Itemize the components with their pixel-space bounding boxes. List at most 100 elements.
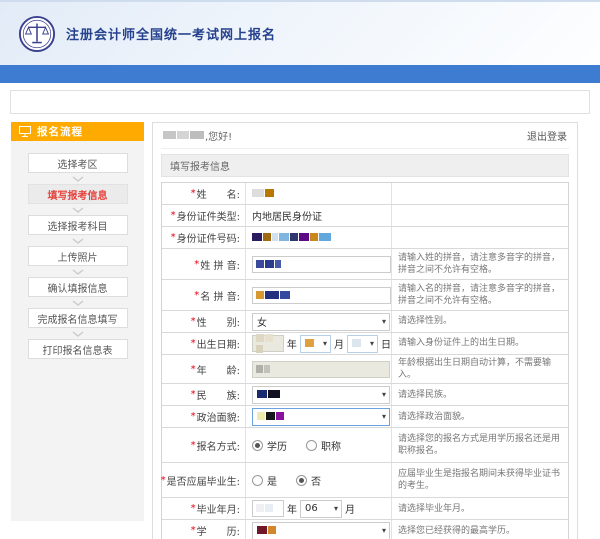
field-hint-id-number [392, 227, 568, 248]
required-asterisk: * [191, 188, 196, 199]
form-row-given-name-pinyin: *名 拼 音:请输入名的拼音，请注意多音字的拼音，拼音之间不允许有空格。 [162, 280, 568, 311]
sidebar-step-5[interactable]: 确认填报信息 [28, 277, 128, 297]
field-hint-given-name-pinyin: 请输入名的拼音，请注意多音字的拼音，拼音之间不允许有空格。 [392, 280, 568, 310]
censor-block [310, 233, 318, 241]
censored-value [257, 525, 277, 536]
required-asterisk: * [191, 411, 196, 422]
censored-value [252, 232, 332, 243]
censor-block [265, 189, 274, 197]
registration-form: *姓 名:*身份证件类型:内地居民身份证*身份证件号码:*姓 拼 音:请输入姓的… [161, 182, 569, 539]
birth-year-input[interactable] [252, 335, 284, 352]
sidebar-step-2[interactable]: 填写报考信息 [28, 184, 128, 204]
censor-block [163, 131, 176, 139]
chevron-down-icon [72, 176, 84, 182]
field-hint-political-status: 请选择政治面貌。 [392, 406, 568, 427]
form-row-graduation-date: *毕业年月:年06▾月请选择毕业年月。 [162, 498, 568, 520]
censor-block [305, 339, 314, 347]
chevron-down-icon: ▾ [370, 339, 374, 348]
required-asterisk: * [191, 364, 196, 375]
chevron-down-icon [72, 300, 84, 306]
radio-option-registration-method-2[interactable]: 职称 [306, 438, 341, 453]
unit-label: 年 [287, 336, 297, 351]
field-label-id-type: *身份证件类型: [162, 205, 246, 226]
required-asterisk: * [161, 475, 166, 486]
field-value-id-type: 内地居民身份证 [246, 205, 392, 226]
field-value-education: ▾ [246, 520, 392, 539]
birth-month-select[interactable]: ▾ [300, 335, 331, 353]
unit-label: 月 [345, 501, 355, 516]
censor-block [268, 526, 276, 534]
required-asterisk: * [171, 210, 176, 221]
field-hint-ethnicity: 请选择民族。 [392, 384, 568, 405]
required-asterisk: * [191, 316, 196, 327]
step-separator [11, 235, 144, 246]
input-given-name-pinyin[interactable] [252, 287, 391, 304]
form-row-gender: *性 别: 女▾请选择性别。 [162, 311, 568, 333]
radio-button[interactable] [252, 440, 263, 451]
censored-value [256, 364, 271, 375]
grad-year-input[interactable] [252, 500, 284, 517]
field-label-id-number: *身份证件号码: [162, 227, 246, 248]
select-gender[interactable]: 女▾ [252, 313, 390, 331]
section-title-bar: 填写报考信息 [161, 154, 569, 177]
censored-value [256, 290, 291, 301]
field-label-gender: *性 别: [162, 311, 246, 332]
field-value-id-number [246, 227, 392, 248]
field-hint-id-type [392, 205, 568, 226]
grad-month-select[interactable]: 06▾ [300, 500, 342, 518]
censor-block [257, 526, 267, 534]
unit-label: 月 [334, 336, 344, 351]
radio-option-registration-method-1[interactable]: 学历 [252, 438, 287, 453]
censored-value [257, 389, 281, 400]
censor-block [272, 233, 278, 241]
field-label-birthdate: *出生日期: [162, 333, 246, 354]
radio-option-fresh-graduate-2[interactable]: 否 [296, 473, 321, 488]
sidebar-step-1[interactable]: 选择考区 [28, 153, 128, 173]
radio-button[interactable] [252, 475, 263, 486]
birth-day-select[interactable]: ▾ [347, 335, 378, 353]
radio-option-fresh-graduate-1[interactable]: 是 [252, 473, 277, 488]
field-label-fresh-graduate: *是否应届毕业生: [162, 463, 246, 497]
select-political-status[interactable]: ▾ [252, 408, 390, 426]
censor-block [256, 345, 263, 353]
field-hint-birthdate: 请输入身份证件上的出生日期。 [392, 333, 568, 354]
censor-block [280, 291, 290, 299]
censor-block [264, 365, 270, 373]
site-title: 注册会计师全国统一考试网上报名 [66, 24, 276, 43]
form-row-age: *年 龄:年龄根据出生日期自动计算，不需要输入。 [162, 355, 568, 384]
chevron-down-icon: ▾ [334, 504, 338, 513]
censor-block [265, 260, 274, 268]
field-hint-surname-pinyin: 请输入姓的拼音，请注意多音字的拼音，拼音之间不允许有空格。 [392, 249, 568, 279]
field-label-graduation-date: *毕业年月: [162, 498, 246, 519]
required-asterisk: * [171, 232, 176, 243]
field-value-fresh-graduate: 是否 [246, 463, 392, 497]
field-hint-fresh-graduate: 应届毕业生是指报名期间未获得毕业证书的考生。 [392, 463, 568, 497]
form-row-birthdate: *出生日期:年▾月▾日请输入身份证件上的出生日期。 [162, 333, 568, 355]
form-row-political-status: *政治面貌:▾请选择政治面貌。 [162, 406, 568, 428]
sidebar-step-7[interactable]: 打印报名信息表 [28, 339, 128, 359]
field-label-registration-method: *报名方式: [162, 428, 246, 462]
censor-block [257, 412, 265, 420]
select-education[interactable]: ▾ [252, 522, 390, 539]
chevron-down-icon [72, 207, 84, 213]
censor-block [256, 504, 264, 512]
censor-block [290, 233, 298, 241]
censor-block [276, 412, 284, 420]
greeting-row: ,您好! 退出登录 [161, 123, 569, 149]
censored-value [352, 338, 362, 349]
sidebar-step-3[interactable]: 选择报考科目 [28, 215, 128, 235]
logout-link[interactable]: 退出登录 [527, 128, 567, 143]
input-surname-pinyin[interactable] [252, 256, 391, 273]
censored-value [256, 503, 274, 514]
field-hint-gender: 请选择性别。 [392, 311, 568, 332]
input-age[interactable] [252, 361, 390, 378]
field-value-surname-pinyin [246, 249, 392, 279]
sidebar-step-4[interactable]: 上传照片 [28, 246, 128, 266]
radio-button[interactable] [296, 475, 307, 486]
field-value-name [246, 183, 392, 204]
form-row-ethnicity: *民 族:▾请选择民族。 [162, 384, 568, 406]
chevron-down-icon [72, 269, 84, 275]
sidebar-step-6[interactable]: 完成报名信息填写 [28, 308, 128, 328]
select-ethnicity[interactable]: ▾ [252, 386, 390, 404]
radio-button[interactable] [306, 440, 317, 451]
